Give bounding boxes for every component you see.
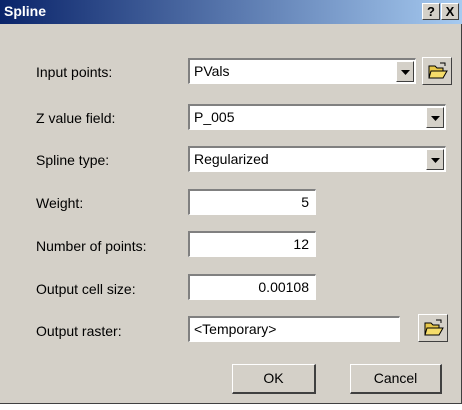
ok-button[interactable]: OK: [232, 364, 316, 394]
chevron-down-icon[interactable]: [396, 61, 414, 82]
output-raster-value: <Temporary>: [194, 321, 277, 337]
z-value-field-dropdown[interactable]: P_005: [188, 104, 446, 130]
cancel-button[interactable]: Cancel: [350, 364, 442, 394]
chevron-down-icon[interactable]: [426, 149, 444, 170]
output-raster-input[interactable]: <Temporary>: [188, 316, 400, 342]
z-value-field-label: Z value field:: [36, 110, 116, 126]
chevron-down-icon[interactable]: [426, 107, 444, 128]
input-points-value: PVals: [194, 63, 230, 79]
open-folder-icon: [428, 62, 448, 79]
input-points-label: Input points:: [36, 64, 113, 80]
spline-type-value: Regularized: [194, 151, 269, 167]
title-bar[interactable]: Spline ? X: [0, 0, 462, 24]
weight-value: 5: [301, 194, 309, 210]
z-value-field-value: P_005: [194, 109, 235, 125]
input-points-browse-button[interactable]: [422, 57, 452, 85]
output-cell-size-label: Output cell size:: [36, 281, 136, 297]
spline-type-label: Spline type:: [36, 152, 110, 168]
output-raster-label: Output raster:: [36, 323, 122, 339]
number-of-points-value: 12: [293, 236, 309, 252]
weight-label: Weight:: [36, 195, 84, 211]
window-title: Spline: [4, 3, 47, 19]
input-points-dropdown[interactable]: PVals: [188, 58, 416, 84]
output-cell-size-value: 0.00108: [258, 279, 309, 295]
weight-input[interactable]: 5: [188, 189, 316, 215]
open-folder-icon: [424, 319, 444, 336]
number-of-points-input[interactable]: 12: [188, 231, 316, 257]
help-button[interactable]: ?: [422, 3, 440, 20]
spline-dialog: Spline ? X Input points: PVals Z value f…: [0, 0, 462, 404]
output-raster-browse-button[interactable]: [418, 314, 448, 342]
close-button[interactable]: X: [441, 3, 459, 20]
number-of-points-label: Number of points:: [36, 238, 147, 254]
spline-type-dropdown[interactable]: Regularized: [188, 146, 446, 172]
output-cell-size-input[interactable]: 0.00108: [188, 274, 316, 300]
